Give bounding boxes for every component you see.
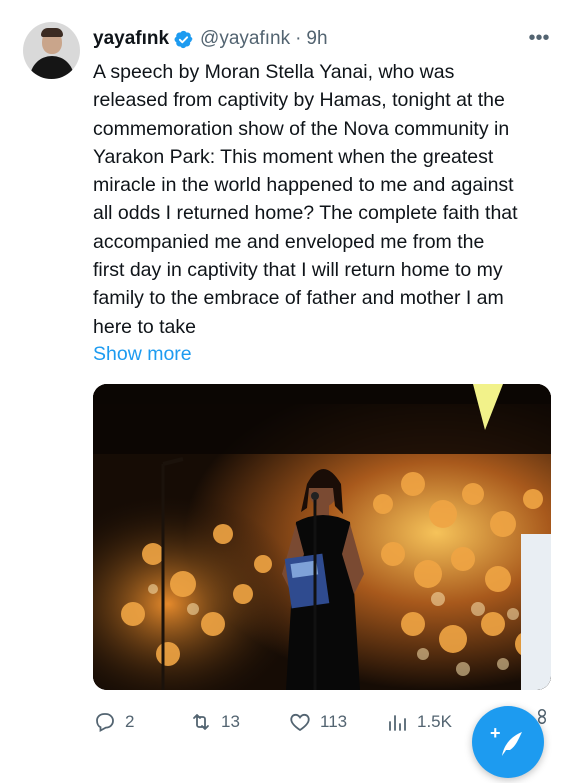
separator-dot: · [295, 28, 302, 49]
reply-count: 2 [125, 712, 135, 731]
verified-badge-icon [174, 30, 193, 48]
avatar[interactable] [23, 22, 80, 79]
stage-photo-illustration [93, 384, 551, 690]
tweet-text-line: released from captivity by Hamas, tonigh… [93, 89, 505, 112]
views-button[interactable]: 1.5K [385, 708, 452, 736]
tweet-text-line: first day in captivity that I will retur… [93, 259, 503, 282]
more-options-icon[interactable]: ••• [527, 28, 551, 48]
like-button[interactable]: 113 [288, 708, 347, 736]
tweet-text-line: family to the embrace of father and moth… [93, 287, 504, 310]
tweet-text-line: A speech by Moran Stella Yanai, who was [93, 61, 455, 83]
svg-text:+: + [490, 723, 501, 743]
reply-icon [96, 713, 114, 733]
tweet-text: A speech by Moran Stella Yanai, who was … [93, 58, 551, 341]
retweet-count: 13 [221, 712, 240, 731]
tweet-text-line: accompanied me and enveloped me from the [93, 230, 485, 253]
author-name[interactable]: yayafınk [93, 28, 169, 50]
tweet-text-line: here to take [93, 315, 196, 338]
reply-button[interactable]: 2 [93, 708, 134, 736]
tweet-text-line: all odds I returned home? The complete f… [93, 202, 518, 225]
timestamp[interactable]: 9h [306, 28, 327, 50]
heart-icon [290, 713, 310, 732]
retweet-icon [193, 714, 209, 730]
show-more-link[interactable]: Show more [93, 341, 192, 367]
avatar-shirt [30, 56, 74, 79]
tweet-photo[interactable] [93, 384, 551, 690]
tweet-header: yayafınk @yayafınk · 9h [93, 24, 328, 54]
tweet-text-line: commemoration show of the Nova community… [93, 117, 510, 140]
views-chart-icon [389, 715, 406, 731]
tweet[interactable]: yayafınk @yayafınk · 9h ••• A speech by … [0, 0, 575, 778]
tweet-text-line: Yarakon Park: This moment when the great… [93, 145, 494, 168]
author-handle[interactable]: @yayafınk [200, 28, 290, 50]
like-count: 113 [320, 712, 348, 731]
compose-feather-icon: + [490, 723, 522, 756]
retweet-button[interactable]: 13 [189, 708, 240, 736]
compose-tweet-button[interactable]: + [472, 706, 544, 778]
avatar-hair [41, 28, 63, 37]
views-count: 1.5K [417, 712, 452, 731]
tweet-text-line: miracle in the world happened to me and … [93, 174, 514, 197]
